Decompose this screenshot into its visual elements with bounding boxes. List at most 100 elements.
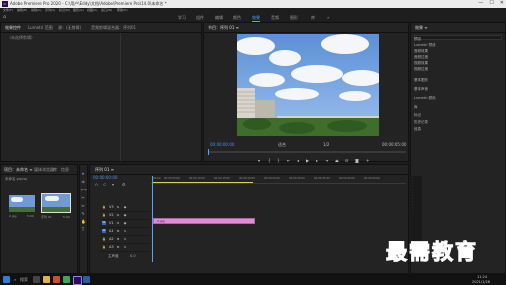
hand-tool-icon[interactable]: ✋ bbox=[81, 220, 86, 224]
go-to-in-icon[interactable]: ⇤ bbox=[287, 158, 290, 163]
selection-tool-icon[interactable]: ➤ bbox=[81, 172, 85, 176]
program-timecode[interactable]: 00:00:00:00 bbox=[210, 142, 234, 147]
lock-icon[interactable]: 🔒 bbox=[102, 245, 106, 249]
effects-search-input[interactable]: ⌕ bbox=[414, 35, 502, 40]
word-icon[interactable] bbox=[83, 276, 90, 283]
tab-lumetri-scopes[interactable]: Lumetri 范围 bbox=[28, 25, 53, 31]
track-select-tool-icon[interactable]: ⇉ bbox=[81, 180, 85, 184]
menu-file[interactable]: 文件(F) bbox=[3, 8, 13, 12]
section-libraries[interactable]: 库 bbox=[414, 105, 418, 110]
workspace-effects[interactable]: 效果 bbox=[252, 15, 260, 22]
add-marker-timeline-icon[interactable]: ▾ bbox=[112, 182, 114, 187]
sync-lock-icon[interactable]: ⇆ bbox=[116, 205, 120, 209]
effects-lumetri-presets[interactable]: Lumetri 预设 bbox=[414, 43, 436, 48]
tab-effect-controls[interactable]: 效果控件 bbox=[5, 25, 21, 31]
export-frame-icon[interactable]: ◙ bbox=[355, 158, 359, 163]
mark-out-icon[interactable]: } bbox=[277, 158, 280, 163]
workspace-learn[interactable]: 学习 bbox=[178, 15, 186, 21]
wrench-icon[interactable]: ⚙ bbox=[122, 182, 126, 187]
workspace-audio[interactable]: 音频 bbox=[271, 15, 279, 21]
slip-tool-icon[interactable]: ⇔ bbox=[81, 204, 85, 208]
work-area-bar[interactable] bbox=[153, 182, 253, 183]
section-lumetri-color[interactable]: Lumetri 颜色 bbox=[414, 96, 436, 101]
eye-icon[interactable]: ◉ bbox=[123, 205, 127, 209]
menu-view[interactable]: 视图(V) bbox=[87, 8, 97, 12]
track-label[interactable]: A3 bbox=[109, 245, 114, 249]
workspace-color[interactable]: 颜色 bbox=[233, 15, 241, 21]
playback-resolution[interactable]: 1/2 bbox=[323, 142, 329, 147]
lock-icon[interactable]: 🔒 bbox=[102, 213, 106, 217]
taskbar-search[interactable]: 搜索 bbox=[20, 277, 28, 283]
pen-tool-icon[interactable]: ✎ bbox=[81, 212, 85, 216]
workspace-graphics[interactable]: 图形 bbox=[290, 15, 298, 21]
tab-project[interactable]: 项目：未命名 ≡ bbox=[4, 167, 33, 173]
effects-presets[interactable]: 预设 bbox=[414, 37, 421, 42]
program-playhead[interactable] bbox=[208, 149, 209, 155]
track-label[interactable]: V1 bbox=[109, 221, 114, 225]
menu-clip[interactable]: 剪辑(C) bbox=[31, 8, 41, 12]
task-view-icon[interactable] bbox=[33, 276, 40, 283]
play-icon[interactable]: ▶ bbox=[306, 158, 309, 163]
file-explorer-icon[interactable] bbox=[43, 276, 50, 283]
menu-window[interactable]: 窗口(W) bbox=[101, 8, 112, 12]
menu-sequence[interactable]: 序列(S) bbox=[45, 8, 55, 12]
project-item-thumb-image[interactable] bbox=[9, 195, 35, 212]
effects-video-effects[interactable]: 视频效果 bbox=[414, 61, 428, 66]
lock-icon[interactable]: 🔒 bbox=[102, 237, 106, 241]
mark-in-icon[interactable]: { bbox=[268, 158, 271, 163]
close-icon[interactable]: ✕ bbox=[500, 0, 504, 6]
eye-icon[interactable]: ◉ bbox=[123, 213, 127, 217]
track-label[interactable]: A1 bbox=[109, 229, 114, 233]
workspace-editing[interactable]: 编辑 bbox=[215, 15, 223, 21]
premiere-taskbar-icon[interactable] bbox=[73, 276, 82, 285]
tab-media-browser[interactable]: 媒体浏览器 bbox=[34, 167, 54, 173]
tab-libraries[interactable]: 库 bbox=[53, 167, 57, 173]
solo-icon[interactable]: S bbox=[123, 229, 127, 233]
tab-source[interactable]: 源：(无剪辑) bbox=[58, 25, 81, 31]
workspace-more-icon[interactable]: » bbox=[327, 15, 329, 20]
tab-audio-clip-mixer[interactable]: 音频剪辑混合器：序列01 bbox=[91, 25, 136, 31]
effects-panel-title[interactable]: 效果 ≡ bbox=[415, 25, 428, 31]
windows-start-icon[interactable] bbox=[3, 276, 10, 283]
master-track-level[interactable]: 0.0 bbox=[130, 254, 136, 258]
effects-video-transitions[interactable]: 视频过渡 bbox=[414, 67, 428, 72]
sync-lock-icon[interactable]: ⇆ bbox=[116, 221, 120, 225]
timeline-clip[interactable]: 2.jpg bbox=[153, 218, 255, 224]
type-tool-icon[interactable]: T bbox=[81, 228, 85, 232]
workspace-libraries[interactable]: 库 bbox=[311, 15, 315, 21]
zoom-level[interactable]: 适合 bbox=[278, 142, 286, 148]
search-icon[interactable]: ⌕ bbox=[14, 277, 16, 282]
source-patch-a1[interactable]: A1 bbox=[102, 229, 106, 233]
workspace-assembly[interactable]: 组件 bbox=[196, 15, 204, 21]
track-label[interactable]: V3 bbox=[109, 205, 114, 209]
menu-marker[interactable]: 标记(M) bbox=[59, 8, 70, 12]
program-monitor-title[interactable]: 节目：序列 01 ≡ bbox=[208, 25, 239, 31]
snap-icon[interactable]: ∩ bbox=[95, 182, 98, 187]
menu-help[interactable]: 帮助(H) bbox=[117, 8, 128, 12]
track-label[interactable]: V2 bbox=[109, 213, 114, 217]
section-history[interactable]: 历史记录 bbox=[414, 120, 428, 125]
solo-icon[interactable]: S bbox=[123, 237, 127, 241]
home-icon[interactable]: ⌂ bbox=[3, 14, 6, 20]
minimize-icon[interactable]: — bbox=[478, 0, 483, 6]
linked-selection-icon[interactable]: ⊂ bbox=[103, 182, 106, 187]
track-label[interactable]: A2 bbox=[109, 237, 114, 241]
maximize-icon[interactable]: ☐ bbox=[489, 0, 493, 6]
step-forward-icon[interactable]: ▸ bbox=[316, 158, 318, 163]
extract-icon[interactable]: ⊟ bbox=[345, 158, 348, 163]
timeline-ruler[interactable]: 00:00 00:00:05:00 00:00:10:00 00:00:15:0… bbox=[151, 176, 406, 184]
section-essential-sound[interactable]: 基本声音 bbox=[414, 87, 428, 92]
section-markers[interactable]: 标记 bbox=[414, 113, 421, 118]
mute-icon[interactable]: M bbox=[116, 237, 120, 241]
tab-info[interactable]: 信息 bbox=[61, 167, 69, 173]
section-essential-graphics[interactable]: 基本图形 bbox=[414, 78, 428, 83]
step-back-icon[interactable]: ◂ bbox=[297, 158, 299, 163]
browser-icon[interactable] bbox=[53, 276, 60, 283]
mute-icon[interactable]: M bbox=[116, 229, 120, 233]
project-item-thumb-sequence[interactable] bbox=[41, 193, 71, 213]
solo-icon[interactable]: S bbox=[123, 245, 127, 249]
section-info[interactable]: 信息 bbox=[414, 127, 421, 132]
sync-lock-icon[interactable]: ⇆ bbox=[116, 213, 120, 217]
menu-edit[interactable]: 编辑(E) bbox=[17, 8, 27, 12]
effects-audio-transitions[interactable]: 音频过渡 bbox=[414, 55, 428, 60]
